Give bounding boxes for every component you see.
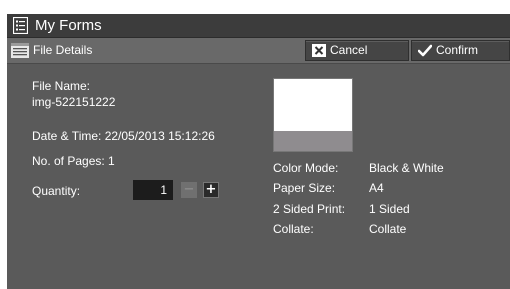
section-title: File Details bbox=[33, 43, 93, 57]
collate-label: Collate: bbox=[273, 222, 314, 236]
section-header: File Details Cancel Confirm bbox=[7, 38, 510, 64]
quantity-increment-button[interactable]: + bbox=[203, 182, 219, 198]
document-list-icon bbox=[13, 17, 28, 34]
cancel-button[interactable]: Cancel bbox=[305, 40, 409, 61]
title-bar: My Forms bbox=[7, 14, 510, 38]
cancel-label: Cancel bbox=[330, 43, 368, 57]
file-name-value: img-522151222 bbox=[32, 95, 116, 109]
file-details-icon bbox=[11, 43, 29, 58]
quantity-label: Quantity: bbox=[32, 184, 81, 198]
quantity-field[interactable]: 1 bbox=[133, 180, 173, 200]
color-mode-value: Black & White bbox=[369, 161, 444, 175]
confirm-button[interactable]: Confirm bbox=[411, 40, 510, 61]
preview-footer bbox=[274, 131, 352, 151]
page-count-text: No. of Pages: 1 bbox=[32, 154, 115, 168]
collate-value: Collate bbox=[369, 222, 407, 236]
file-name-label: File Name: bbox=[32, 79, 91, 93]
page-preview-thumbnail bbox=[273, 78, 353, 152]
two-sided-value: 1 Sided bbox=[369, 202, 410, 216]
quantity-decrement-button[interactable]: − bbox=[181, 182, 197, 198]
paper-size-value: A4 bbox=[369, 181, 384, 195]
preview-page bbox=[274, 79, 352, 131]
confirm-label: Confirm bbox=[436, 43, 479, 57]
checkmark-icon bbox=[418, 44, 432, 57]
two-sided-label: 2 Sided Print: bbox=[273, 202, 346, 216]
color-mode-label: Color Mode: bbox=[273, 161, 339, 175]
close-icon bbox=[312, 44, 326, 57]
paper-size-label: Paper Size: bbox=[273, 181, 336, 195]
date-time-text: Date & Time: 22/05/2013 15:12:26 bbox=[32, 129, 215, 143]
window-title: My Forms bbox=[35, 17, 102, 34]
